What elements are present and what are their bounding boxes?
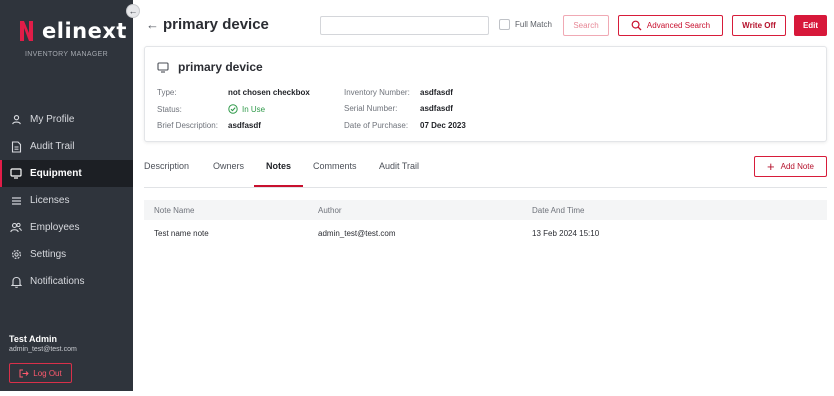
search-input[interactable] (320, 16, 489, 35)
monitor-icon (157, 61, 169, 73)
list-icon (10, 195, 22, 207)
serial-number-label: Serial Number: (344, 104, 398, 113)
bell-icon (10, 276, 22, 288)
date-of-purchase-value: 07 Dec 2023 (420, 121, 466, 130)
tab-audit-trail[interactable]: Audit Trail (379, 161, 419, 171)
add-note-button[interactable]: + Add Note (754, 156, 827, 177)
logout-label: Log Out (33, 368, 62, 378)
full-match-label: Full Match (515, 20, 552, 29)
user-name: Test Admin (9, 334, 58, 344)
detail-tabs: Description Owners Notes Comments Audit … (144, 153, 827, 188)
sidebar-item-label: Audit Trail (30, 141, 75, 152)
table-row[interactable]: Test name note admin_test@test.com 13 Fe… (144, 220, 827, 247)
table-header: Note Name Author Date And Time (144, 200, 827, 220)
date-of-purchase-label: Date of Purchase: (344, 121, 409, 130)
device-card-header: primary device (157, 60, 263, 74)
tab-comments[interactable]: Comments (313, 161, 357, 171)
inventory-number-label: Inventory Number: (344, 88, 410, 97)
full-match-toggle[interactable]: Full Match (499, 19, 552, 30)
sidebar: elinext INVENTORY MANAGER My Profile Aud… (0, 0, 133, 391)
edit-button[interactable]: Edit (794, 15, 827, 36)
type-value: not chosen checkbox (228, 88, 310, 97)
type-label: Type: (157, 88, 177, 97)
sidebar-item-employees[interactable]: Employees (0, 214, 133, 241)
serial-number-field: Serial Number: asdfasdf (344, 104, 453, 113)
sidebar-item-audit-trail[interactable]: Audit Trail (0, 133, 133, 160)
logout-icon (19, 369, 29, 377)
app-subtitle: INVENTORY MANAGER (25, 51, 108, 58)
tab-description[interactable]: Description (144, 161, 189, 171)
sidebar-item-label: Notifications (30, 276, 85, 287)
collapse-sidebar-button[interactable]: ← (126, 4, 140, 18)
device-card: primary device Type: not chosen checkbox… (144, 46, 827, 142)
device-title: primary device (178, 60, 263, 74)
write-off-button[interactable]: Write Off (732, 15, 786, 36)
type-field: Type: not chosen checkbox (157, 88, 310, 97)
sidebar-item-label: My Profile (30, 114, 75, 125)
column-header-date-and-time[interactable]: Date And Time (532, 206, 584, 215)
check-circle-icon (228, 104, 238, 114)
back-arrow-icon[interactable]: ← (146, 17, 159, 32)
search-button[interactable]: Search (563, 15, 609, 36)
date-time-cell: 13 Feb 2024 15:10 (532, 229, 600, 238)
document-icon (10, 140, 22, 153)
logout-button[interactable]: Log Out (9, 363, 72, 383)
monitor-icon (10, 168, 22, 180)
user-info: Test Admin admin_test@test.com (9, 334, 77, 353)
sidebar-nav: My Profile Audit Trail Equipment License… (0, 106, 133, 295)
active-tab-indicator (254, 185, 303, 187)
brand-name: elinext (42, 19, 127, 43)
date-of-purchase-field: Date of Purchase: 07 Dec 2023 (344, 121, 466, 130)
note-name-cell: Test name note (154, 229, 209, 238)
gear-icon (10, 249, 22, 261)
status-field: Status: In Use (157, 104, 265, 114)
plus-icon: + (767, 159, 775, 174)
author-cell: admin_test@test.com (318, 229, 396, 238)
sidebar-item-licenses[interactable]: Licenses (0, 187, 133, 214)
status-value: In Use (228, 104, 265, 114)
brief-description-label: Brief Description: (157, 121, 218, 130)
sidebar-item-settings[interactable]: Settings (0, 241, 133, 268)
inventory-number-value: asdfasdf (420, 88, 453, 97)
brief-description-value: asdfasdf (228, 121, 261, 130)
column-header-note-name[interactable]: Note Name (154, 206, 194, 215)
advanced-search-label: Advanced Search (646, 21, 711, 30)
column-header-author[interactable]: Author (318, 206, 342, 215)
serial-number-value: asdfasdf (420, 104, 453, 113)
tab-notes[interactable]: Notes (266, 161, 291, 171)
sidebar-item-label: Employees (30, 222, 80, 233)
sidebar-item-label: Settings (30, 249, 67, 260)
page-title: primary device (163, 16, 269, 33)
advanced-search-button[interactable]: Advanced Search (618, 15, 723, 36)
sidebar-item-notifications[interactable]: Notifications (0, 268, 133, 295)
brief-description-field: Brief Description: asdfasdf (157, 121, 261, 130)
main-content: ← primary device Full Match Search Advan… (133, 0, 834, 396)
notes-table: Note Name Author Date And Time Test name… (144, 200, 827, 247)
sidebar-item-label: Licenses (30, 195, 70, 206)
add-note-label: Add Note (780, 162, 814, 171)
full-match-checkbox[interactable] (499, 19, 510, 30)
sidebar-item-equipment[interactable]: Equipment (0, 160, 133, 187)
arrow-left-icon: ← (128, 6, 138, 16)
logo-icon (20, 21, 33, 41)
user-email: admin_test@test.com (9, 346, 77, 353)
brand-logo[interactable]: elinext (18, 18, 127, 44)
status-label: Status: (157, 104, 182, 114)
search-icon (631, 20, 642, 31)
users-icon (10, 222, 22, 234)
sidebar-item-label: Equipment (30, 168, 82, 179)
sidebar-item-my-profile[interactable]: My Profile (0, 106, 133, 133)
status-text: In Use (242, 104, 266, 114)
tab-owners[interactable]: Owners (213, 161, 244, 171)
user-icon (10, 114, 22, 126)
inventory-number-field: Inventory Number: asdfasdf (344, 88, 453, 97)
